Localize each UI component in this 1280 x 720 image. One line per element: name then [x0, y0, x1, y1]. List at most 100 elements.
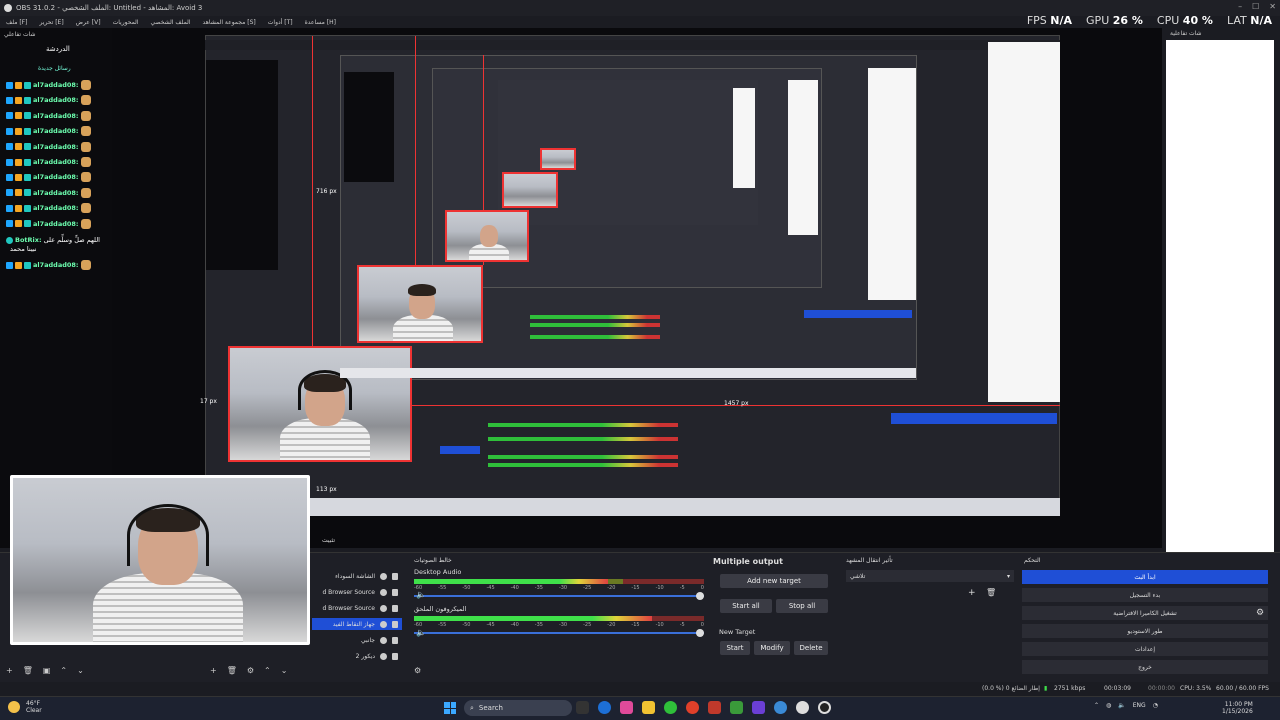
studio-mode-button[interactable]: طور الاستوديو	[1022, 624, 1268, 638]
app-icon[interactable]	[620, 701, 633, 714]
move-up-icon[interactable]: ⌃	[264, 666, 271, 675]
menu-edit[interactable]: تحرير [E]	[39, 19, 63, 26]
app-icon-3[interactable]	[730, 701, 743, 714]
move-up-icon[interactable]: ⌃	[60, 666, 67, 675]
chat-username[interactable]: al7addad08:	[33, 261, 79, 269]
mixer-settings-icon[interactable]: ⚙	[414, 666, 421, 675]
add-source-icon[interactable]: +	[210, 666, 217, 675]
menu-file[interactable]: ملف [F]	[6, 19, 27, 26]
menu-docks[interactable]: المحوريات	[113, 19, 139, 26]
move-down-icon[interactable]: ⌄	[281, 666, 288, 675]
app-icon-4[interactable]	[752, 701, 765, 714]
start-streaming-button[interactable]: ابدأ البث	[1022, 570, 1268, 584]
eye-icon[interactable]	[380, 652, 387, 660]
menu-help[interactable]: مساعدة [H]	[305, 19, 336, 26]
main-webcam-source[interactable]	[10, 475, 310, 645]
gear-icon[interactable]: ⚙	[1256, 608, 1264, 618]
close-button[interactable]: ✕	[1269, 2, 1276, 11]
source-item[interactable]: جانبي	[312, 634, 402, 646]
taskbar-search[interactable]: ⌕ Search	[464, 700, 572, 716]
source-settings-icon[interactable]: ⚙	[247, 666, 254, 675]
network-icon[interactable]: ◍	[1106, 702, 1111, 709]
transition-select[interactable]: تلاشي ▾	[846, 570, 1014, 582]
add-scene-icon[interactable]: +	[6, 666, 13, 675]
menu-scene-collection[interactable]: مجموعة المشاهد [S]	[203, 19, 256, 26]
lock-icon[interactable]	[392, 572, 398, 580]
chat-username[interactable]: al7addad08:	[33, 96, 79, 104]
target-start-button[interactable]: Start	[720, 641, 750, 655]
start-all-button[interactable]: Start all	[720, 599, 772, 613]
app-icon-2[interactable]	[708, 701, 721, 714]
delete-source-icon[interactable]: 🗑	[227, 666, 237, 675]
chat-username[interactable]: al7addad08:	[33, 220, 79, 228]
menu-view[interactable]: عرض [V]	[76, 19, 101, 26]
taskbar-clock[interactable]: 11:00 PM 1/15/2026	[1222, 701, 1253, 715]
chat-username[interactable]: al7addad08:	[33, 143, 79, 151]
speaker-icon[interactable]: 🔈	[416, 590, 426, 599]
chat-username[interactable]: al7addad08:	[33, 204, 79, 212]
eye-icon[interactable]	[380, 588, 387, 596]
volume-slider[interactable]	[414, 592, 704, 600]
eye-icon[interactable]	[380, 604, 387, 612]
add-new-target-button[interactable]: Add new target	[720, 574, 828, 588]
opera-icon[interactable]	[686, 701, 699, 714]
target-modify-button[interactable]: Modify	[754, 641, 790, 655]
speaker-icon[interactable]: 🔈	[416, 628, 426, 637]
menu-tools[interactable]: أدوات [T]	[268, 19, 293, 26]
wifi-icon[interactable]: ◔	[1153, 702, 1158, 709]
chat-username[interactable]: al7addad08:	[33, 127, 79, 135]
stop-all-button[interactable]: Stop all	[776, 599, 828, 613]
app-icon-5[interactable]	[796, 701, 809, 714]
menu-profile[interactable]: الملف الشخصي	[151, 19, 191, 26]
edge-icon[interactable]	[598, 701, 611, 714]
sources-toolbar: + 🗑 ⚙ ⌃ ⌄	[210, 666, 287, 675]
volume-slider[interactable]	[414, 629, 704, 637]
source-item[interactable]: جهاز التقاط الفيد	[312, 618, 402, 630]
target-delete-button[interactable]: Delete	[794, 641, 828, 655]
task-view-icon[interactable]	[576, 701, 589, 714]
nested-start-button	[891, 413, 1057, 424]
source-item[interactable]: الشاشة السوداء	[312, 570, 402, 582]
delete-transition-icon[interactable]: 🗑	[986, 588, 996, 597]
obs-taskbar-icon[interactable]	[818, 701, 831, 714]
lock-icon[interactable]	[392, 588, 398, 596]
add-transition-icon[interactable]: +	[968, 588, 976, 598]
lock-icon[interactable]	[392, 620, 398, 628]
start-recording-button[interactable]: بدء التسجيل	[1022, 588, 1268, 602]
virtual-camera-button[interactable]: تشغيل الكاميرا الافتراضية	[1022, 606, 1268, 620]
chat-username[interactable]: al7addad08:	[33, 81, 79, 89]
emote-icon	[80, 141, 91, 152]
maximize-button[interactable]: ☐	[1252, 2, 1259, 11]
chat-username[interactable]: al7addad08:	[33, 173, 79, 181]
filter-icon[interactable]: ▣	[43, 666, 51, 675]
exit-button[interactable]: خروج	[1022, 660, 1268, 674]
windows-start-icon[interactable]	[444, 702, 456, 714]
folder-icon[interactable]	[642, 701, 655, 714]
chrome-icon-2[interactable]	[774, 701, 787, 714]
lock-icon[interactable]	[392, 652, 398, 660]
chrome-icon[interactable]	[664, 701, 677, 714]
chat-username[interactable]: al7addad08:	[33, 112, 79, 120]
delete-scene-icon[interactable]: 🗑	[23, 666, 33, 675]
lock-icon[interactable]	[392, 604, 398, 612]
source-item[interactable]: ديكور 2	[312, 650, 402, 662]
volume-icon[interactable]: 🔈	[1118, 702, 1125, 709]
chevron-up-icon[interactable]: ⌃	[1094, 702, 1099, 709]
eye-icon[interactable]	[380, 572, 387, 580]
eye-icon[interactable]	[380, 636, 387, 644]
lat-stat: LAT N/A	[1226, 14, 1272, 27]
minimize-button[interactable]: –	[1238, 2, 1242, 11]
chat-username[interactable]: al7addad08:	[33, 189, 79, 197]
language-indicator[interactable]: ENG	[1133, 702, 1146, 709]
settings-button[interactable]: إعدادات	[1022, 642, 1268, 656]
chat-username[interactable]: BotRix:	[15, 236, 42, 244]
source-item[interactable]: d Browser Source	[312, 586, 402, 598]
lock-icon[interactable]	[392, 636, 398, 644]
nested-chat-2	[344, 72, 394, 182]
eye-icon[interactable]	[380, 620, 387, 628]
weather-widget[interactable]: 46°F Clear	[26, 700, 42, 714]
source-item[interactable]: d Browser Source	[312, 602, 402, 614]
move-down-icon[interactable]: ⌄	[77, 666, 84, 675]
moon-icon[interactable]	[8, 701, 20, 713]
chat-username[interactable]: al7addad08:	[33, 158, 79, 166]
